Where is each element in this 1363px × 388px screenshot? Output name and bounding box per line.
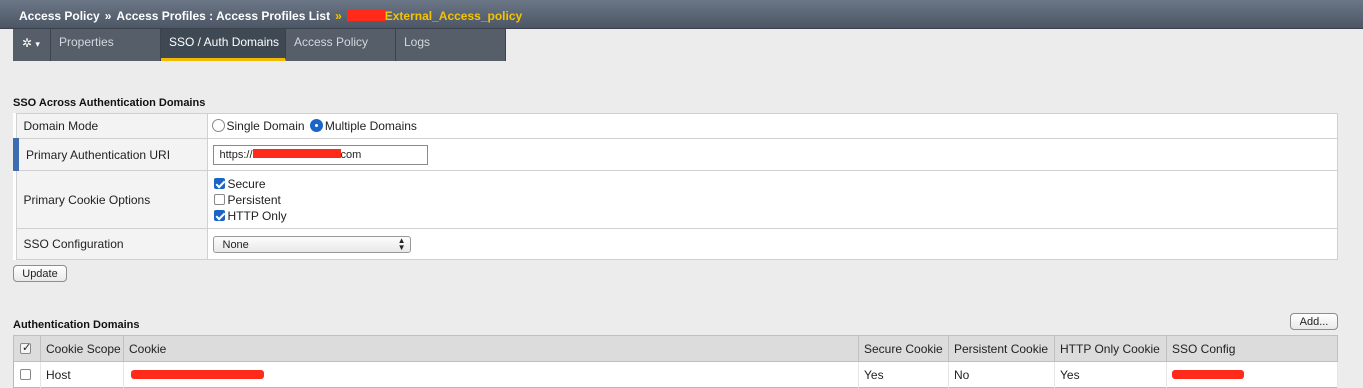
col-persistent-cookie[interactable]: Persistent Cookie (948, 335, 1055, 362)
single-domain-label[interactable]: Single Domain (227, 119, 305, 133)
sso-config-select[interactable]: None ▲ ▼ (212, 235, 411, 253)
update-button[interactable]: Update (13, 265, 67, 282)
breadcrumb-root[interactable]: Access Policy (19, 9, 100, 23)
auth-domains-table: ✓ Cookie Scope Cookie Secure Cookie Pers… (13, 335, 1338, 388)
select-all-header[interactable]: ✓ (13, 335, 41, 362)
multiple-domains-radio[interactable] (309, 119, 323, 132)
multiple-domains-label[interactable]: Multiple Domains (325, 119, 417, 133)
cell-secure-cookie: Yes (858, 361, 949, 388)
persistent-checkbox[interactable] (213, 193, 225, 205)
tab-logs[interactable]: Logs (396, 29, 506, 61)
sso-config-label: SSO Configuration (15, 228, 208, 260)
breadcrumb-separator: » (104, 9, 112, 23)
tab-sso-auth-domains[interactable]: SSO / Auth Domains (161, 29, 286, 61)
tab-access-policy[interactable]: Access Policy (286, 29, 396, 61)
persistent-label[interactable]: Persistent (228, 193, 281, 207)
gear-menu-button[interactable]: ✲ ▾ (13, 29, 51, 61)
add-domain-button[interactable]: Add... (1290, 313, 1338, 330)
redaction-mark (131, 369, 264, 379)
cell-http-only-cookie: Yes (1054, 361, 1167, 388)
domain-mode-label: Domain Mode (15, 113, 208, 139)
select-arrows-icon: ▲ ▼ (397, 235, 406, 252)
redaction-mark (346, 10, 385, 21)
sso-config-value: None (222, 238, 249, 251)
breadcrumb-current: External_Access_policy (384, 9, 523, 23)
cookie-options-label: Primary Cookie Options (15, 170, 208, 229)
redaction-mark (252, 148, 341, 158)
breadcrumb-current-separator: » (335, 9, 342, 23)
http-only-checkbox[interactable] (213, 209, 225, 221)
tab-bar: ✲ ▾ Properties SSO / Auth Domains Access… (13, 29, 506, 61)
col-cookie[interactable]: Cookie (123, 335, 859, 362)
cell-cookie-scope: Host (40, 361, 124, 388)
http-only-label[interactable]: HTTP Only (228, 209, 287, 223)
sso-properties-table: Domain Mode Single Domain Multiple Domai… (13, 113, 1338, 260)
col-http-only-cookie[interactable]: HTTP Only Cookie (1054, 335, 1167, 362)
primary-uri-input[interactable]: https:// com (212, 144, 428, 165)
primary-uri-suffix: com (340, 148, 362, 161)
gear-icon: ✲ (22, 36, 33, 50)
select-all-checkbox[interactable]: ✓ (20, 341, 32, 354)
primary-uri-prefix: https:// (219, 148, 253, 161)
secure-checkbox[interactable] (213, 177, 225, 189)
breadcrumb-section[interactable]: Access Profiles : Access Profiles List (116, 9, 330, 23)
row-checkbox[interactable] (20, 368, 31, 380)
secure-label[interactable]: Secure (228, 177, 266, 191)
single-domain-radio[interactable] (211, 119, 225, 132)
breadcrumb: Access Policy » Access Profiles : Access P… (0, 0, 1363, 29)
primary-uri-label: Primary Authentication URI (13, 138, 208, 171)
table-row[interactable]: Host Yes No Yes (13, 361, 1338, 388)
chevron-down-icon: ▾ (35, 39, 40, 49)
col-sso-config[interactable]: SSO Config (1166, 335, 1338, 362)
tab-properties[interactable]: Properties (51, 29, 161, 61)
auth-domains-title: Authentication Domains (13, 319, 140, 331)
check-icon: ✓ (22, 341, 32, 354)
redaction-mark (1172, 369, 1244, 379)
cell-persistent-cookie: No (948, 361, 1055, 388)
col-secure-cookie[interactable]: Secure Cookie (858, 335, 949, 362)
sso-section-title: SSO Across Authentication Domains (13, 97, 206, 109)
col-cookie-scope[interactable]: Cookie Scope (40, 335, 124, 362)
